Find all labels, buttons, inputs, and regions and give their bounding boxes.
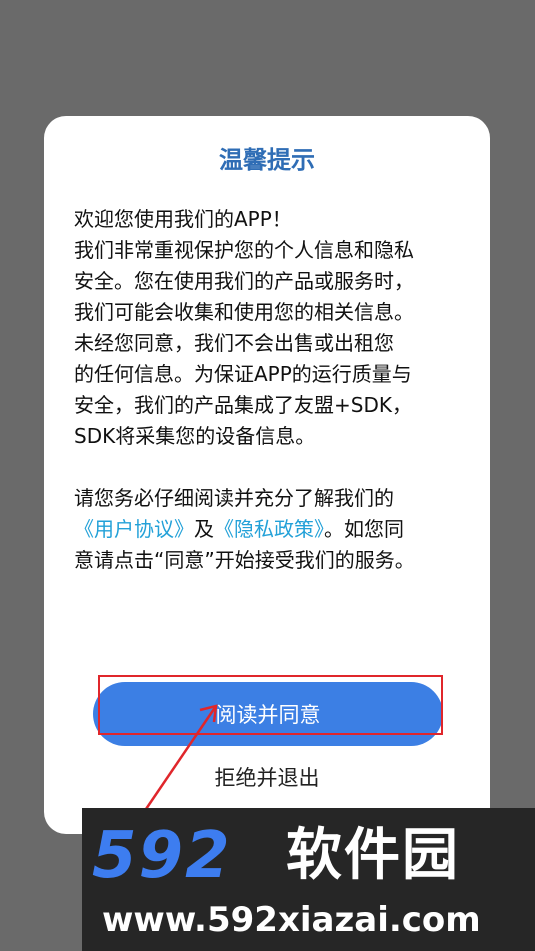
body-line: 我们非常重视保护您的个人信息和隐私 <box>74 238 414 262</box>
body-line: 的任何信息。为保证APP的运行质量与 <box>74 362 412 386</box>
screen: 温馨提示 欢迎您使用我们的APP！ 我们非常重视保护您的个人信息和隐私 安全。您… <box>0 0 535 951</box>
dialog-title: 温馨提示 <box>219 146 315 174</box>
body-line: 未经您同意，我们不会出售或出租您 <box>74 331 394 355</box>
body-line: SDK将采集您的设备信息。 <box>74 424 316 448</box>
watermark-logo-number: 592 <box>92 819 232 893</box>
body-line: 欢迎您使用我们的APP！ <box>74 207 292 231</box>
and-text: 及 <box>194 517 214 541</box>
decline-button[interactable]: 拒绝并退出 <box>44 762 490 792</box>
dialog-body: 欢迎您使用我们的APP！ 我们非常重视保护您的个人信息和隐私 安全。您在使用我们… <box>74 204 466 576</box>
privacy-dialog: 温馨提示 欢迎您使用我们的APP！ 我们非常重视保护您的个人信息和隐私 安全。您… <box>44 116 490 834</box>
watermark-banner: 592 软件园 www.592xiazai.com <box>82 808 535 951</box>
watermark-url: www.592xiazai.com <box>102 900 481 940</box>
body-line: 安全，我们的产品集成了友盟+SDK， <box>74 393 412 417</box>
body-line: 意请点击“同意”开始接受我们的服务。 <box>74 548 415 572</box>
body-line: 安全。您在使用我们的产品或服务时， <box>74 269 414 293</box>
body-text-tail: 。如您同 <box>324 517 404 541</box>
body-line: 我们可能会收集和使用您的相关信息。 <box>74 300 414 324</box>
user-agreement-link[interactable]: 《用户协议》 <box>74 517 194 541</box>
body-line-links: 《用户协议》及《隐私政策》。如您同 <box>74 514 466 545</box>
agree-button[interactable]: 阅读并同意 <box>93 682 443 746</box>
watermark-logo-text: 软件园 <box>286 823 460 888</box>
privacy-policy-link[interactable]: 《隐私政策》 <box>214 517 324 541</box>
body-line: 请您务必仔细阅读并充分了解我们的 <box>74 486 394 510</box>
